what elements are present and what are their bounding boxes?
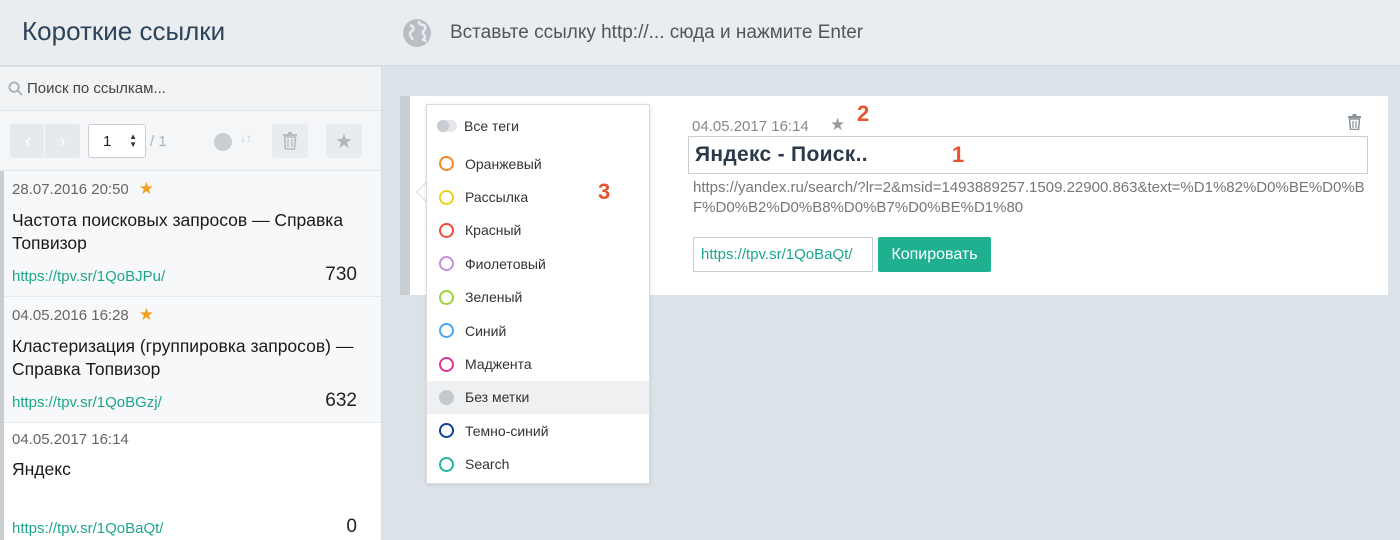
tag-label: Без метки: [465, 389, 530, 406]
circle-icon: [439, 456, 454, 472]
tag-label: Темно-синий: [465, 422, 549, 439]
prev-page-button[interactable]: ‹: [10, 124, 46, 158]
circle-icon: [439, 356, 454, 372]
list-item[interactable]: 04.05.2017 16:14 Яндекс https://tpv.sr/1…: [4, 423, 381, 540]
tag-option[interactable]: Темно-синий: [427, 414, 649, 447]
item-click-count: 632: [325, 390, 357, 411]
tag-label: Рассылка: [465, 189, 529, 206]
tag-label: Оранжевый: [465, 155, 542, 172]
sort-icon[interactable]: ↓↑: [240, 131, 252, 145]
sidebar: ‹ › 1 ▲▼ / 1 ↓↑ ★ 28.07.2016 20:50 ★: [0, 67, 382, 540]
tag-option[interactable]: Маджента: [427, 347, 649, 380]
circle-icon: [439, 289, 454, 305]
search-icon: [8, 81, 23, 96]
item-title: Частота поисковых запросов — Справка Топ…: [12, 210, 344, 253]
annotation-marker-1: 1: [952, 142, 965, 167]
circle-icon: [439, 256, 454, 272]
page-number-stepper[interactable]: 1 ▲ ▼: [88, 124, 146, 158]
tag-label: Зеленый: [465, 289, 523, 306]
tag-dropdown: Все теги Оранжевый Рассылка Красный Фиол…: [426, 104, 650, 484]
list-item[interactable]: 28.07.2016 20:50 ★ Частота поисковых зап…: [4, 171, 381, 297]
star-icon: ★: [138, 179, 155, 198]
toggle-icon: [437, 120, 457, 132]
card-date: 04.05.2017 16:14: [692, 118, 809, 135]
tag-option[interactable]: Фиолетовый: [427, 247, 649, 280]
item-title: Кластеризация (группировка запросов) — С…: [12, 336, 354, 379]
original-url: https://yandex.ru/search/?lr=2&msid=1493…: [693, 179, 1365, 216]
circle-icon: [439, 189, 454, 205]
tag-option[interactable]: Синий: [427, 314, 649, 347]
url-input[interactable]: [450, 22, 1150, 44]
tag-option[interactable]: Красный: [427, 214, 649, 247]
item-date: 04.05.2017 16:14: [12, 431, 381, 448]
circle-icon: [439, 423, 454, 439]
item-date-text: 28.07.2016 20:50: [12, 180, 129, 198]
short-url-field[interactable]: https://tpv.sr/1QoBaQt/: [693, 237, 873, 272]
tag-option[interactable]: Рассылка: [427, 180, 649, 213]
link-title-field[interactable]: Яндекс - Поиск..: [688, 136, 1368, 174]
page-number: 1: [103, 132, 112, 150]
circle-icon: [439, 222, 454, 238]
item-date: 04.05.2016 16:28 ★: [12, 305, 381, 325]
item-short-link[interactable]: https://tpv.sr/1QoBaQt/: [12, 520, 163, 537]
trash-icon: [1348, 114, 1361, 131]
circle-icon: [439, 156, 454, 172]
circle-icon: [439, 323, 454, 339]
tag-label: Маджента: [465, 356, 532, 373]
item-click-count: 0: [346, 516, 357, 537]
tag-option-selected[interactable]: Без метки: [427, 380, 649, 415]
item-short-link[interactable]: https://tpv.sr/1QoBGzj/: [12, 394, 162, 411]
next-page-button[interactable]: ›: [44, 124, 80, 158]
copy-button[interactable]: Копировать: [878, 237, 991, 272]
annotation-marker-3: 3: [598, 179, 611, 204]
tag-label: Красный: [465, 222, 522, 239]
page-total: / 1: [150, 133, 167, 150]
tag-label: Все теги: [464, 118, 519, 134]
tag-label: Фиолетовый: [465, 255, 546, 272]
favorite-filter-button[interactable]: ★: [326, 124, 362, 158]
item-date: 28.07.2016 20:50 ★: [12, 179, 381, 199]
star-icon: ★: [138, 305, 155, 324]
item-click-count: 730: [325, 264, 357, 285]
item-date-text: 04.05.2016 16:28: [12, 306, 129, 324]
app-title: Короткие ссылки: [22, 16, 226, 46]
card-delete-button[interactable]: [1348, 114, 1361, 135]
tag-option-all[interactable]: Все теги: [427, 105, 649, 147]
tag-option[interactable]: Оранжевый: [427, 147, 649, 180]
item-date-text: 04.05.2017 16:14: [12, 431, 129, 448]
globe-icon: [403, 19, 431, 47]
tag-label: Search: [465, 456, 510, 473]
tag-filter-button[interactable]: [214, 133, 232, 151]
filled-circle-icon: [439, 389, 454, 405]
link-list: 28.07.2016 20:50 ★ Частота поисковых зап…: [0, 171, 381, 540]
delete-button[interactable]: [272, 124, 308, 158]
annotation-marker-2: 2: [857, 101, 870, 126]
item-title: Яндекс: [12, 459, 71, 479]
tag-option[interactable]: Зеленый: [427, 281, 649, 314]
top-bar: Короткие ссылки: [0, 0, 1400, 66]
search-bar: [0, 67, 381, 111]
star-icon: ★: [335, 130, 353, 153]
search-input[interactable]: [27, 80, 367, 97]
favorite-star-icon[interactable]: ★: [830, 115, 845, 135]
card-accent-bar: [400, 96, 410, 295]
list-item[interactable]: 04.05.2016 16:28 ★ Кластеризация (группи…: [4, 297, 381, 423]
list-toolbar: ‹ › 1 ▲ ▼ / 1 ↓↑ ★: [0, 111, 381, 171]
url-input-area: [402, 16, 1150, 50]
tag-option[interactable]: Search: [427, 448, 649, 481]
trash-icon: [283, 132, 297, 150]
tag-label: Синий: [465, 322, 507, 339]
item-short-link[interactable]: https://tpv.sr/1QoBJPu/: [12, 268, 165, 285]
stepper-arrows-icon[interactable]: ▲ ▼: [129, 133, 137, 149]
